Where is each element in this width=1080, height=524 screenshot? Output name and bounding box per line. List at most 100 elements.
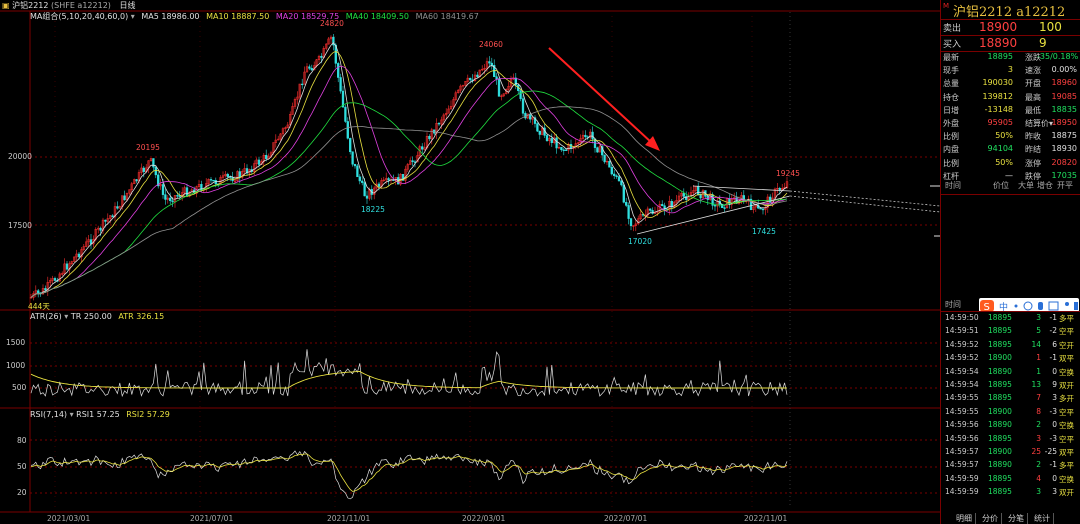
tick-volume: 25 [1031, 447, 1041, 456]
rsi2-value: RSI2 57.29 [126, 410, 170, 419]
period-label[interactable]: 日线 [119, 1, 135, 10]
tick-row[interactable]: 14:59:55 18900 8 -3 空平 [941, 406, 1080, 419]
keyboard-icon [1048, 301, 1059, 311]
tab-stats[interactable]: 统计 [1031, 513, 1054, 524]
tick-row[interactable]: 14:59:56 18890 2 0 空换 [941, 419, 1080, 432]
tick-type: 空平 [1059, 407, 1074, 417]
tick-row[interactable]: 14:59:50 18895 3 -1 多平 [941, 312, 1080, 325]
quote-key: 比例 [943, 158, 959, 168]
candle-body [365, 195, 369, 199]
rsi-settings-icon[interactable]: ▾ [70, 410, 74, 419]
symbol-header: ▣ 沪铝2212 (SHFE a12212) 日线 [2, 0, 135, 11]
candle-body [562, 149, 565, 151]
trendline [692, 185, 791, 192]
tick-row[interactable]: 14:59:55 18895 7 3 多开 [941, 392, 1080, 405]
tick-oi: 6 [1052, 339, 1057, 349]
candle-body [169, 197, 172, 202]
tab-detail[interactable]: 明细 [953, 513, 976, 524]
kline-chart-area[interactable]: ▣ 沪铝2212 (SHFE a12212) 日线 MA组合(5,10,20,4… [0, 0, 940, 524]
tick-type: 双平 [1059, 354, 1074, 364]
candle-body [44, 288, 47, 291]
date-axis-label: 2022/11/01 [744, 514, 788, 523]
tick-row[interactable]: 14:59:51 18895 5 -2 空平 [941, 325, 1080, 338]
chart-canvas[interactable] [0, 0, 940, 524]
candle-body [697, 185, 700, 195]
tick-volume: 4 [1036, 473, 1041, 483]
tick-price: 18895 [988, 433, 1012, 443]
atr-label[interactable]: ATR(26) [30, 312, 62, 321]
tick-type: 空平 [1059, 327, 1074, 337]
candle-body [661, 204, 664, 206]
tick-row[interactable]: 14:59:57 18890 2 -1 多平 [941, 459, 1080, 472]
tick-volume: 3 [1036, 313, 1041, 322]
ime-toolbar[interactable]: S 中 [979, 298, 1079, 313]
quote-value: 18960 [1051, 78, 1077, 88]
detail-tabs: 明细 分价 分笔 统计 [941, 512, 1080, 524]
tick-price: 18890 [988, 460, 1012, 470]
tick-row[interactable]: 14:59:52 18900 1 -1 双平 [941, 352, 1080, 365]
quote-value: 18875 [1051, 131, 1077, 141]
detail-header: 时间 价位 大单 增仓 开平 [941, 180, 1080, 192]
detail-oi-header: 增仓 [1037, 181, 1053, 190]
quote-key: 最新 [943, 53, 959, 62]
quote-value: 94104 [987, 144, 1013, 154]
date-axis-label: 2021/11/01 [327, 514, 371, 523]
rsi-axis-label: 20 [17, 488, 27, 497]
chart-menu-icon[interactable]: ▣ [2, 1, 10, 10]
candle-body [339, 77, 342, 92]
tick-price: 18895 [988, 473, 1012, 483]
candle-body [584, 134, 587, 138]
candle-body [545, 135, 549, 141]
candle-body [53, 278, 57, 281]
tick-row[interactable]: 14:59:57 18900 25 -25 双平 [941, 446, 1080, 459]
tick-row[interactable]: 14:59:52 18895 14 6 空开 [941, 339, 1080, 352]
tab-ticks[interactable]: 分笔 [1005, 513, 1028, 524]
candle-body [629, 218, 633, 227]
tick-row[interactable]: 14:59:56 18895 3 -3 空平 [941, 433, 1080, 446]
quote-key: 总量 [943, 79, 959, 89]
tick-time: 14:59:57 [945, 447, 979, 456]
tick-row[interactable]: 14:59:54 18890 1 0 空换 [941, 366, 1080, 379]
ma-legend-label[interactable]: MA组合(5,10,20,40,60,0) [30, 12, 128, 21]
candle-body [176, 195, 179, 197]
tick-price: 18890 [988, 420, 1012, 430]
m-marker: M [943, 2, 950, 10]
date-axis-label: 2021/03/01 [47, 514, 91, 523]
tick-row[interactable]: 14:59:59 18895 4 0 空换 [941, 473, 1080, 486]
tick-row[interactable]: 14:59:54 18895 13 9 双开 [941, 379, 1080, 392]
candle-body [346, 121, 349, 139]
tick-type: 空换 [1059, 421, 1074, 431]
ma-settings-icon[interactable]: ▾ [131, 12, 135, 21]
tick-time: 14:59:54 [945, 380, 979, 389]
candle-body [569, 143, 573, 149]
candle-body [358, 176, 361, 182]
candle-body [349, 138, 352, 153]
ma10-value: MA10 18887.50 [206, 12, 270, 21]
quote-value: 50% [995, 157, 1013, 167]
candle-body [116, 206, 119, 209]
rsi-label[interactable]: RSI(7,14) [30, 410, 67, 419]
tab-price-dist[interactable]: 分价 [979, 513, 1002, 524]
quote-key: 比例 [943, 132, 959, 142]
tick-type: 空换 [1059, 474, 1074, 484]
tick-price: 18895 [988, 326, 1012, 336]
tick-time: 14:59:54 [945, 366, 979, 376]
emoji-icon [1023, 301, 1033, 311]
tick-time: 14:59:56 [945, 420, 979, 430]
candle-body [77, 253, 81, 258]
date-axis-label: 2022/03/01 [462, 514, 506, 523]
tick-type: 多平 [1059, 314, 1074, 323]
bid-label: 买入 [943, 40, 962, 50]
quote-value: — [1005, 170, 1013, 180]
tick-time: 14:59:55 [945, 393, 979, 403]
ma5-value: MA5 18986.00 [141, 12, 200, 21]
ask-row[interactable]: 卖出 18900 100 [941, 19, 1080, 36]
bid-row[interactable]: 买入 18890 9 [941, 35, 1080, 52]
candle-body [495, 76, 498, 80]
tick-row[interactable]: 14:59:59 18895 3 3 双开 [941, 486, 1080, 499]
tick-oi: 9 [1052, 380, 1057, 389]
ma40-value: MA40 18409.50 [345, 12, 410, 21]
candle-body [111, 215, 114, 218]
candle-body [123, 195, 126, 201]
atr-settings-icon[interactable]: ▾ [64, 312, 68, 321]
